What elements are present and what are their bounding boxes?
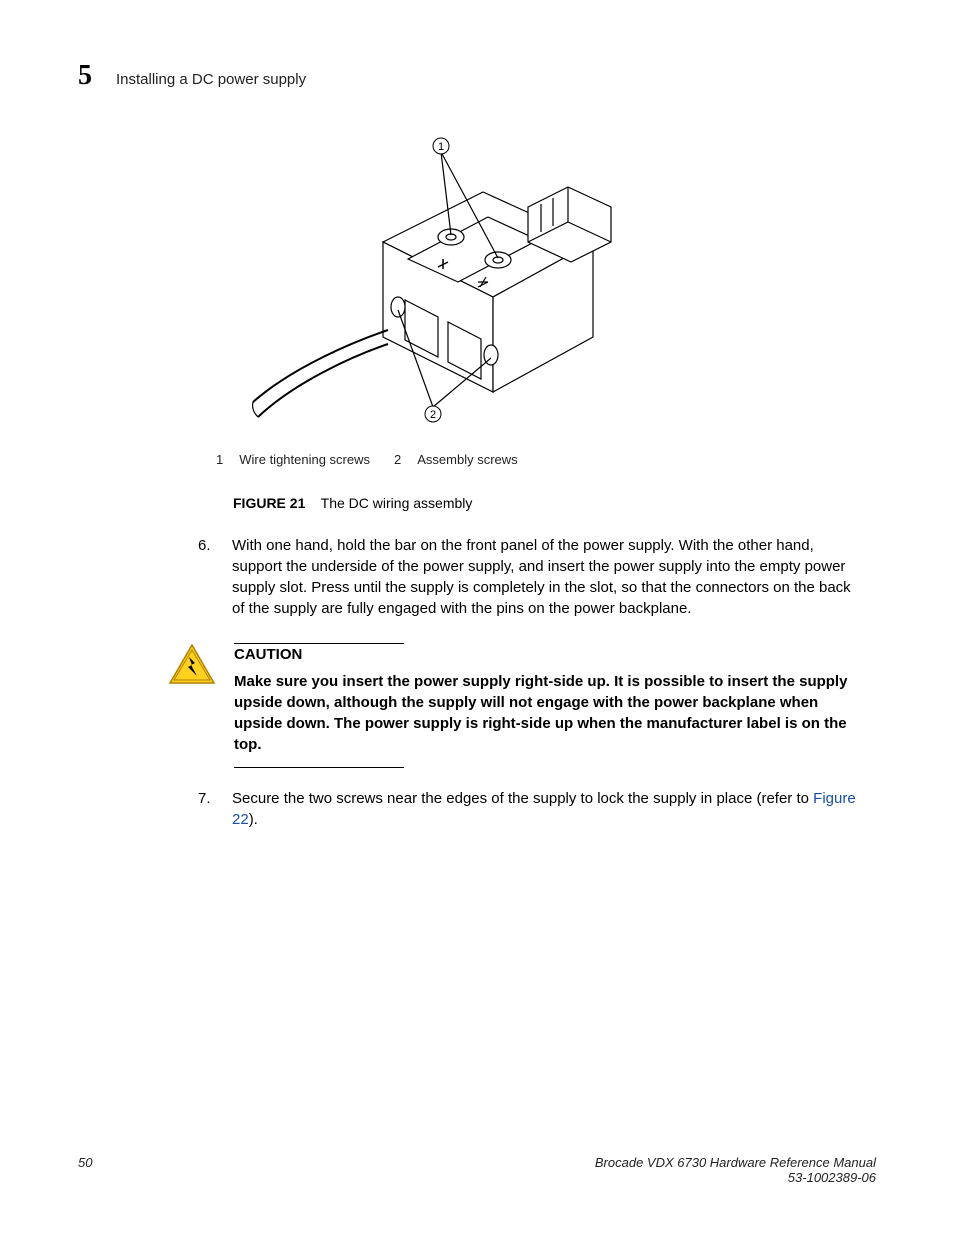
figure-21-illustration: 1 2	[233, 132, 876, 432]
part-number: 53-1002389-06	[595, 1170, 876, 1185]
step-7: 7. Secure the two screws near the edges …	[198, 788, 866, 830]
figure-legend: 1 Wire tightening screws 2 Assembly scre…	[216, 452, 876, 467]
legend-2-text: Assembly screws	[417, 452, 517, 467]
figure-caption-text: The DC wiring assembly	[321, 495, 473, 511]
callout-1: 1	[438, 141, 444, 153]
step-7-number: 7.	[198, 788, 232, 830]
caution-title: CAUTION	[234, 644, 302, 665]
page-footer: 50 Brocade VDX 6730 Hardware Reference M…	[78, 1155, 876, 1185]
step-6: 6. With one hand, hold the bar on the fr…	[198, 535, 866, 619]
caution-end-rule	[234, 767, 404, 768]
manual-title: Brocade VDX 6730 Hardware Reference Manu…	[595, 1155, 876, 1170]
step-6-number: 6.	[198, 535, 232, 619]
legend-1-text: Wire tightening screws	[239, 452, 370, 467]
step-6-text: With one hand, hold the bar on the front…	[232, 535, 866, 619]
callout-2: 2	[430, 409, 436, 421]
figure-label: FIGURE 21	[233, 495, 305, 511]
legend-2-num: 2	[394, 452, 401, 467]
page-header: 5 Installing a DC power supply	[78, 60, 876, 92]
step-7-text: Secure the two screws near the edges of …	[232, 788, 866, 830]
legend-1-num: 1	[216, 452, 223, 467]
figure-caption: FIGURE 21 The DC wiring assembly	[233, 495, 876, 511]
dc-wiring-assembly-diagram: 1 2	[233, 132, 653, 432]
chapter-number: 5	[78, 60, 92, 92]
caution-block: CAUTION Make sure you insert the power s…	[168, 643, 866, 755]
caution-icon	[168, 643, 216, 755]
page-number: 50	[78, 1155, 92, 1185]
chapter-title: Installing a DC power supply	[116, 71, 306, 88]
caution-text: Make sure you insert the power supply ri…	[234, 671, 866, 755]
